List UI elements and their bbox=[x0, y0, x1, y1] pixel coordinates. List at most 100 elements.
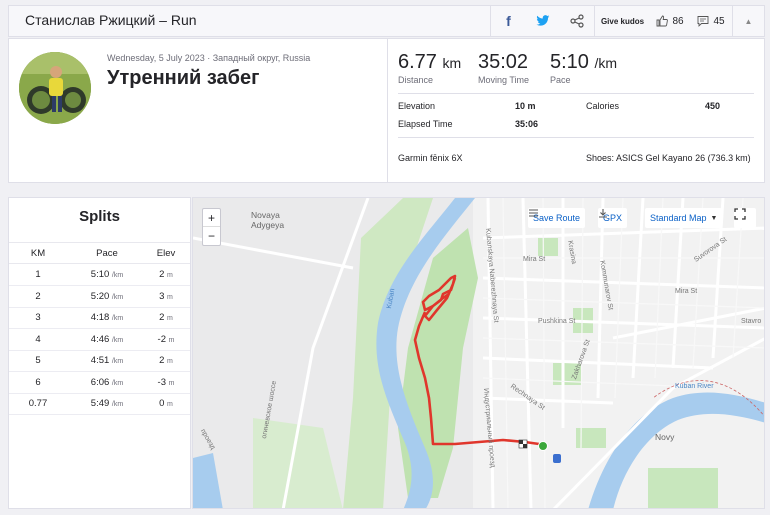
header-actions: f Give kudos 86 45 ▲ bbox=[490, 6, 764, 36]
distance-stat: 6.77 km Distance bbox=[398, 51, 461, 85]
elapsed-time-value: 35:06 bbox=[515, 119, 539, 129]
save-route-label: Save Route bbox=[533, 213, 581, 223]
device-name: Garmin fēnix 6X bbox=[398, 153, 463, 163]
route-map[interactable]: + − Save Route GPX Standard Map ▼ Novaya… bbox=[192, 197, 765, 509]
share-icon bbox=[570, 14, 584, 28]
map-label-street: Mira St bbox=[675, 288, 698, 295]
elevation-value: 10 m bbox=[515, 101, 536, 111]
split-row: 6 6:06 /km -3 m bbox=[9, 372, 190, 394]
activity-date: Wednesday, 5 July 2023 · Западный округ,… bbox=[107, 53, 311, 63]
split-row: 5 4:51 /km 2 m bbox=[9, 350, 190, 372]
split-pace: 4:46 /km bbox=[71, 334, 143, 345]
download-icon bbox=[599, 209, 607, 218]
map-label-street: Pushkina St bbox=[538, 318, 576, 325]
split-pace: 6:06 /km bbox=[71, 377, 143, 388]
chevron-down-icon: ▼ bbox=[710, 214, 718, 222]
split-pace-unit: /km bbox=[111, 315, 124, 322]
column-header: Elev bbox=[156, 248, 176, 259]
split-elev: 3 m bbox=[145, 291, 187, 302]
share-button[interactable] bbox=[560, 6, 594, 36]
route-start-marker bbox=[538, 441, 548, 451]
split-elev: -2 m bbox=[145, 334, 187, 345]
give-kudos-button[interactable]: Give kudos bbox=[594, 6, 650, 36]
distance-label: Distance bbox=[398, 75, 434, 85]
moving-time-value: 35:02 bbox=[478, 51, 529, 73]
split-km: 1 bbox=[35, 269, 41, 280]
split-pace-unit: /km bbox=[111, 401, 124, 408]
split-pace-value: 4:51 bbox=[90, 355, 110, 366]
map-canvas[interactable] bbox=[193, 198, 765, 509]
elevation-label: Elevation bbox=[398, 101, 436, 111]
split-pace-value: 4:46 bbox=[90, 333, 110, 345]
map-type-label: Standard Map bbox=[650, 213, 707, 223]
column-header: Pace bbox=[96, 248, 118, 259]
moving-time-stat: 35:02 Moving Time bbox=[478, 51, 529, 85]
kudos-count-button[interactable]: 86 bbox=[650, 6, 690, 36]
map-label-street: Stavro bbox=[741, 318, 762, 325]
split-elev-value: 2 bbox=[159, 312, 165, 323]
split-km: 3 bbox=[35, 312, 41, 323]
splits-header: KM Pace Elev bbox=[9, 242, 190, 264]
kudos-count: 86 bbox=[672, 15, 684, 27]
split-elev: 0 m bbox=[145, 398, 187, 409]
pace-stat: 5:10 /km Pace bbox=[550, 51, 617, 85]
split-elev-value: 3 bbox=[159, 290, 165, 302]
fullscreen-icon bbox=[734, 208, 746, 220]
distance-value: 6.77 bbox=[398, 51, 437, 73]
split-elev: 2 m bbox=[145, 269, 187, 280]
collapse-button[interactable]: ▲ bbox=[732, 6, 764, 36]
elapsed-time-label: Elapsed Time bbox=[398, 119, 453, 129]
split-row: 0.77 5:49 /km 0 m bbox=[9, 393, 190, 415]
split-pace-unit: /km bbox=[111, 272, 124, 279]
split-elev-value: 2 bbox=[159, 269, 165, 280]
gpx-button[interactable]: GPX bbox=[598, 208, 628, 228]
split-pace-value: 5:20 bbox=[90, 290, 110, 302]
split-elev-unit: m bbox=[167, 358, 173, 365]
split-pace: 4:18 /km bbox=[71, 312, 143, 323]
facebook-share-button[interactable]: f bbox=[490, 6, 526, 36]
split-row: 1 5:10 /km 2 m bbox=[9, 264, 190, 286]
facebook-icon: f bbox=[506, 13, 511, 29]
divider bbox=[398, 137, 754, 138]
split-elev: -3 m bbox=[145, 377, 187, 388]
column-header: KM bbox=[30, 248, 46, 259]
split-km: 0.77 bbox=[28, 398, 48, 409]
split-row: 3 4:18 /km 2 m bbox=[9, 307, 190, 329]
split-pace: 5:20 /km bbox=[71, 291, 143, 302]
save-route-button[interactable]: Save Route bbox=[528, 208, 586, 228]
split-pace-unit: /km bbox=[111, 379, 124, 387]
split-row: 2 5:20 /km 3 m bbox=[9, 286, 190, 308]
split-elev-unit: m bbox=[167, 401, 173, 408]
map-type-select[interactable]: Standard Map ▼ bbox=[645, 208, 723, 228]
split-pace: 5:49 /km bbox=[71, 398, 143, 409]
comments-button[interactable]: 45 bbox=[690, 6, 732, 36]
twitter-share-button[interactable] bbox=[526, 6, 560, 36]
split-elev-unit: m bbox=[168, 379, 175, 387]
splits-panel: Splits KM Pace Elev 1 5:10 /km 2 m 2 5:20 /k… bbox=[8, 197, 191, 509]
comments-count: 45 bbox=[713, 15, 725, 27]
split-elev-unit: m bbox=[167, 315, 173, 322]
zoom-in-button[interactable]: + bbox=[203, 209, 220, 227]
divider bbox=[398, 93, 754, 94]
split-pace-value: 5:49 bbox=[90, 398, 110, 409]
map-label-street: Mira St bbox=[523, 256, 546, 263]
split-elev-value: 2 bbox=[159, 355, 165, 366]
pace-unit: /km bbox=[594, 55, 618, 71]
distance-unit: km bbox=[442, 55, 462, 71]
calories-value: 450 bbox=[705, 101, 721, 111]
route-icon bbox=[529, 209, 538, 217]
zoom-out-button[interactable]: − bbox=[203, 227, 220, 245]
split-pace-value: 5:10 bbox=[90, 269, 110, 280]
fullscreen-button[interactable] bbox=[734, 208, 756, 228]
split-pace-value: 4:18 bbox=[90, 312, 110, 323]
avatar[interactable] bbox=[19, 52, 91, 124]
activity-header: Станислав Ржицкий – Run f Give kudos 86 … bbox=[8, 5, 765, 37]
split-km: 2 bbox=[35, 290, 41, 302]
twitter-icon bbox=[536, 15, 550, 26]
splits-title: Splits bbox=[79, 208, 120, 225]
shoes-info: Shoes: ASICS Gel Kayano 26 (736.3 km) bbox=[586, 153, 751, 163]
give-kudos-label: Give kudos bbox=[600, 16, 645, 26]
pace-value: 5:10 bbox=[550, 51, 589, 73]
split-row: 4 4:46 /km -2 m bbox=[9, 329, 190, 351]
split-elev-value: 0 bbox=[159, 398, 165, 409]
